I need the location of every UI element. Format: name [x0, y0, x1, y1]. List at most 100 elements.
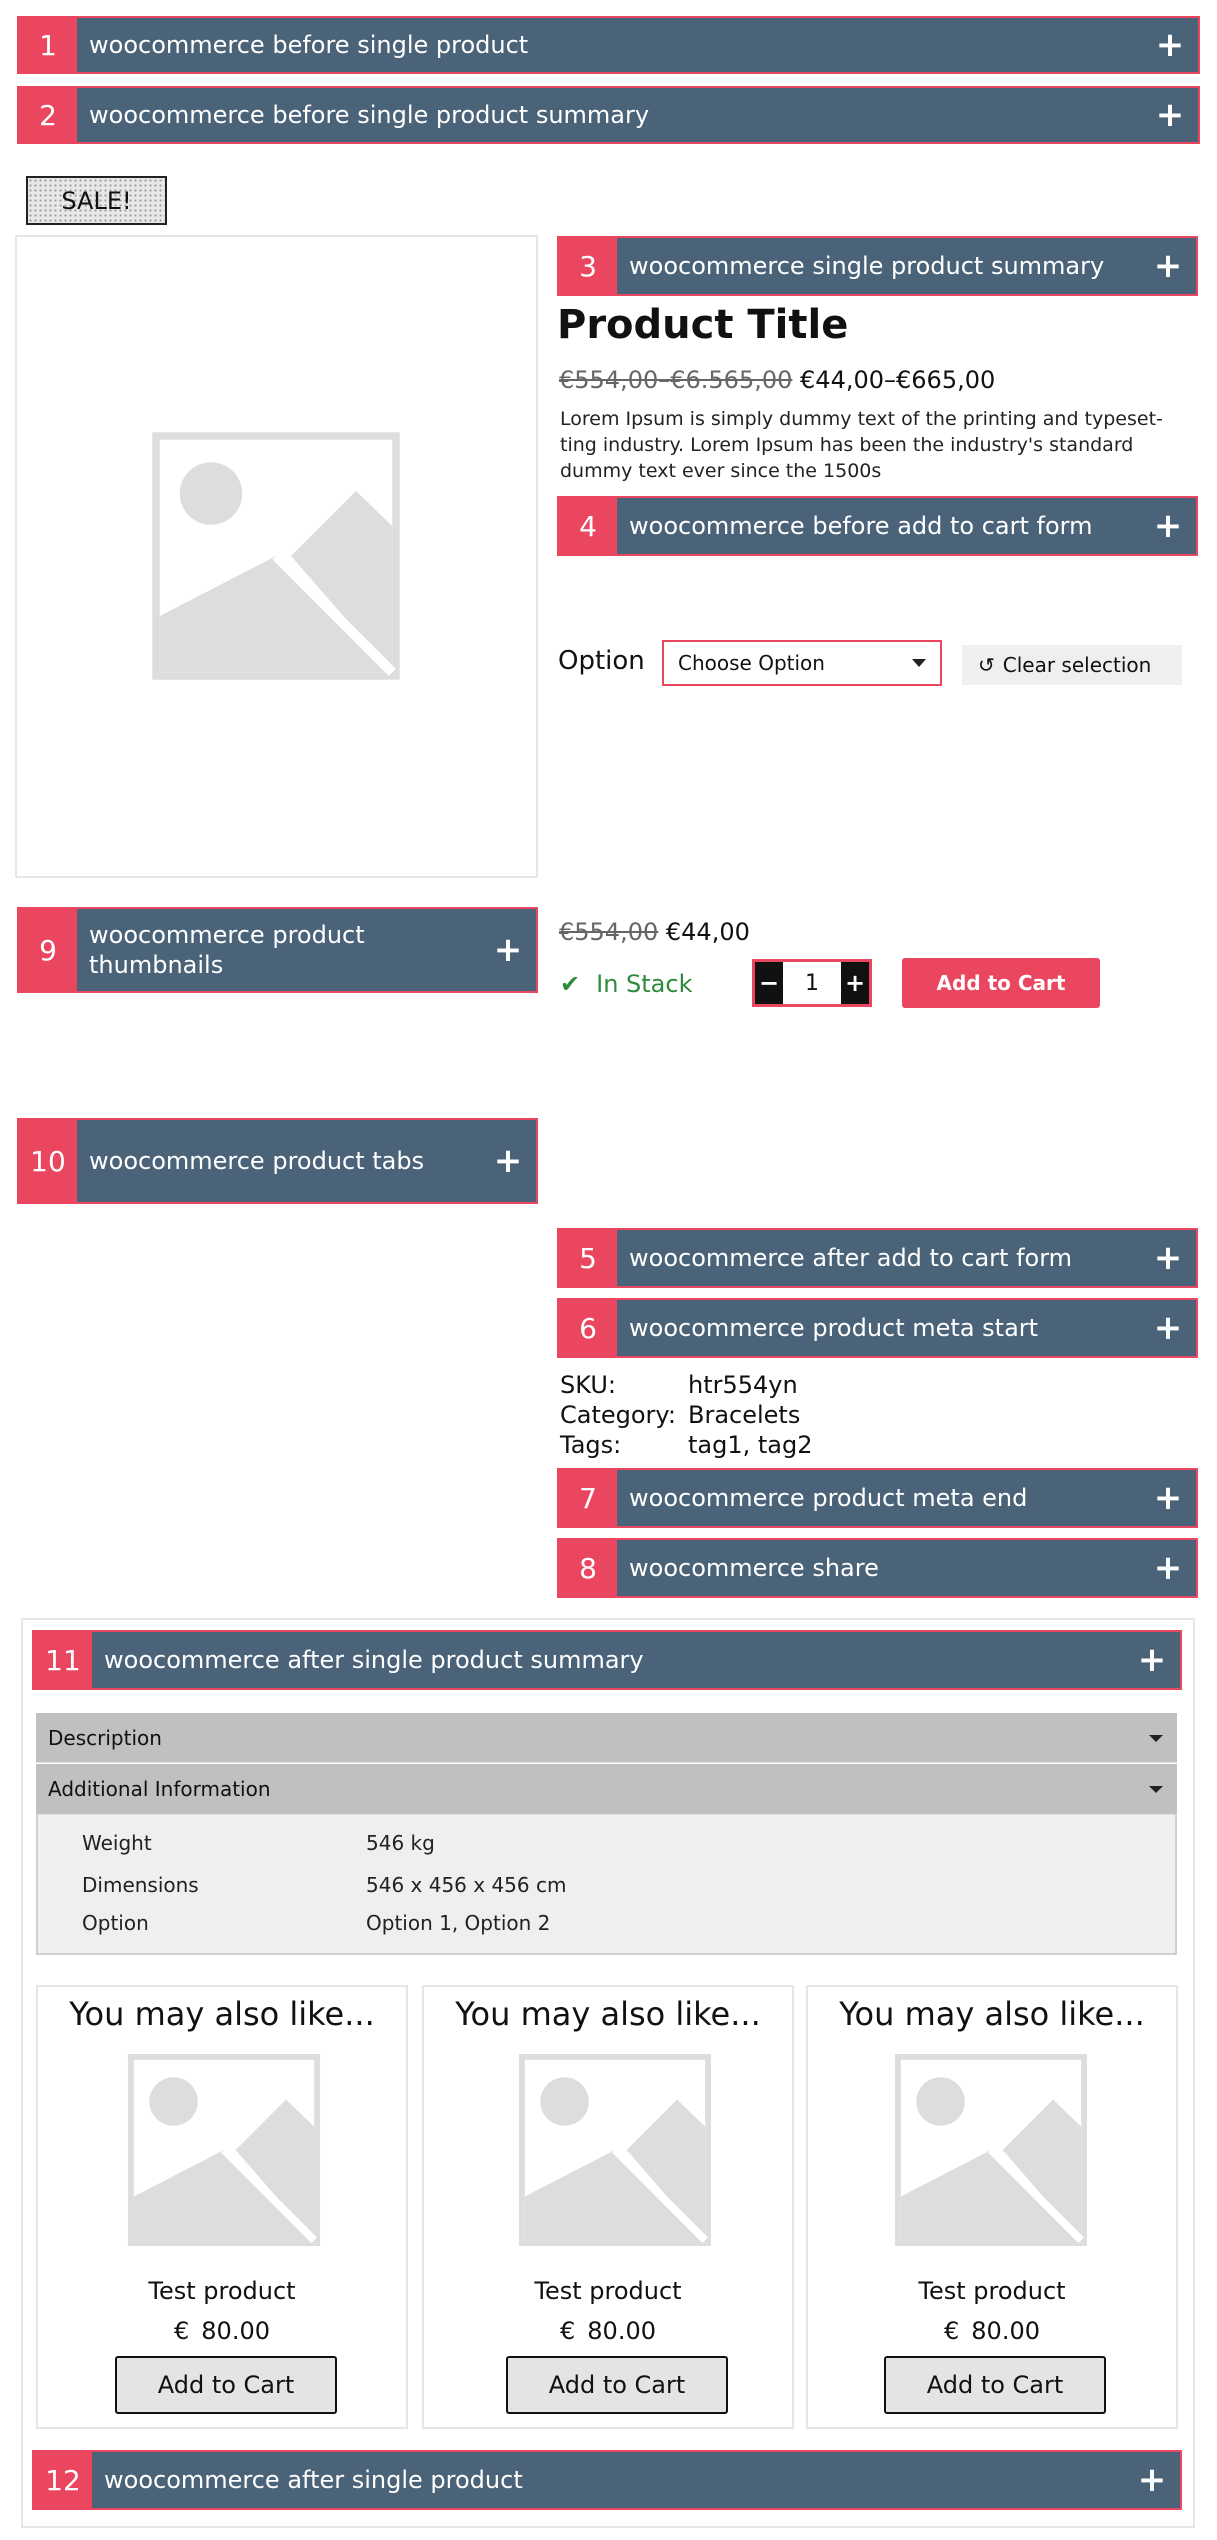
hook-number: 2 [19, 88, 77, 142]
tab-description[interactable]: Description [36, 1713, 1177, 1763]
image-placeholder-icon[interactable] [127, 2053, 321, 2247]
hook-label: woocommerce before single product summar… [89, 101, 650, 129]
hook-label: woocommerce before single product [89, 31, 529, 59]
related-product-card: You may also like... Test product €80.00… [806, 1985, 1178, 2429]
plus-icon[interactable]: + [1124, 2452, 1180, 2508]
clear-selection-label: Clear selection [1002, 653, 1152, 677]
variation-price-new: €44,00 [665, 918, 750, 946]
add-to-cart-button[interactable]: Add to Cart [115, 2356, 337, 2414]
hook-label: woocommerce after add to cart form [629, 1244, 1073, 1272]
attribute-name: Option [82, 1911, 149, 1935]
variation-price-old: €554,00 [559, 918, 659, 946]
hook-label: woocommerce product meta start [629, 1314, 1039, 1342]
meta-key: Category: [560, 1401, 676, 1429]
plus-icon[interactable]: + [841, 962, 869, 1004]
price-value: 80.00 [201, 2317, 270, 2345]
hook-label: woocommerce product tabs [89, 1147, 425, 1175]
hook-number: 10 [19, 1120, 77, 1202]
stock-status: ✔ In Stack [560, 966, 692, 1002]
quantity-stepper: − 1 + [752, 959, 872, 1007]
hook-bar-share: 8 woocommerce share + [557, 1538, 1198, 1598]
hook-bar-product-tabs: 10 woocommerce product tabs + [17, 1118, 538, 1204]
plus-icon[interactable]: + [480, 909, 536, 991]
plus-icon[interactable]: + [1140, 1470, 1196, 1526]
option-select[interactable]: Choose Option [662, 640, 942, 686]
hook-number: 5 [559, 1230, 617, 1286]
price-range-old: €554,00–€6.565,00 [559, 366, 793, 394]
related-product-card: You may also like... Test product €80.00… [422, 1985, 794, 2429]
meta-value[interactable]: Bracelets [688, 1400, 800, 1430]
sale-badge: SALE! [26, 176, 167, 225]
product-short-description: Lorem Ipsum is simply dummy text of the … [560, 408, 1163, 482]
product-meta: SKU: htr554yn Category: Bracelets Tags: … [560, 1370, 1160, 1462]
hook-number: 9 [19, 909, 77, 991]
clear-selection-button[interactable]: ↺ Clear selection [962, 645, 1182, 685]
currency-symbol: € [174, 2317, 190, 2345]
hook-bar-product-thumbnails: 9 woocommerce product thumbnails + [17, 907, 538, 993]
plus-icon[interactable]: + [1140, 238, 1196, 294]
plus-icon[interactable]: + [1140, 1230, 1196, 1286]
add-to-cart-button[interactable]: Add to Cart [506, 2356, 728, 2414]
hook-bar-before-single-product: 1 woocommerce before single product + [17, 16, 1200, 74]
variation-price: €554,00 €44,00 [559, 918, 859, 952]
meta-value: htr554yn [688, 1371, 798, 1399]
reset-icon: ↺ [978, 653, 995, 677]
currency-symbol: € [944, 2317, 960, 2345]
price-value: 80.00 [587, 2317, 656, 2345]
image-placeholder-icon [151, 431, 401, 681]
hook-number: 4 [559, 498, 617, 554]
hook-bar-product-meta-end: 7 woocommerce product meta end + [557, 1468, 1198, 1528]
plus-icon[interactable]: + [480, 1120, 536, 1202]
product-image[interactable] [15, 235, 538, 878]
hook-bar-before-add-to-cart-form: 4 woocommerce before add to cart form + [557, 496, 1198, 556]
chevron-down-icon [912, 659, 926, 667]
plus-icon[interactable]: + [1142, 18, 1198, 72]
hook-label: woocommerce before add to cart form [629, 512, 1093, 540]
price-range-new: €44,00–€665,00 [800, 366, 996, 394]
hook-bar-single-product-summary: 3 woocommerce single product summary + [557, 236, 1198, 296]
add-to-cart-button[interactable]: Add to Cart [902, 958, 1100, 1008]
currency-symbol: € [560, 2317, 576, 2345]
meta-row-sku: SKU: htr554yn [560, 1370, 1160, 1400]
plus-icon[interactable]: + [1140, 1540, 1196, 1596]
plus-icon[interactable]: + [1140, 498, 1196, 554]
related-product-name[interactable]: Test product [424, 2277, 792, 2305]
hook-bar-after-single-product: 12 woocommerce after single product + [32, 2450, 1182, 2510]
related-heading: You may also like... [69, 1995, 375, 2033]
attribute-name: Weight [82, 1831, 152, 1855]
tab-additional-information-label: Additional Information [48, 1777, 271, 1801]
plus-icon[interactable]: + [1124, 1632, 1180, 1688]
related-product-name[interactable]: Test product [38, 2277, 406, 2305]
related-product-name[interactable]: Test product [808, 2277, 1176, 2305]
tab-additional-information[interactable]: Additional Information [36, 1764, 1177, 1815]
price-value: 80.00 [971, 2317, 1040, 2345]
plus-icon[interactable]: + [1140, 1300, 1196, 1356]
hook-number: 6 [559, 1300, 617, 1356]
hook-number: 12 [34, 2452, 92, 2508]
tab-description-label: Description [48, 1725, 162, 1750]
hook-number: 8 [559, 1540, 617, 1596]
chevron-down-icon [1149, 1786, 1163, 1793]
product-price-range: €554,00–€6.565,00 €44,00–€665,00 [559, 366, 1199, 400]
hook-bar-after-single-product-summary: 11 woocommerce after single product summ… [32, 1630, 1182, 1690]
hook-label: woocommerce product meta end [629, 1484, 1028, 1512]
meta-key: SKU: [560, 1371, 616, 1399]
option-select-value: Choose Option [678, 651, 825, 675]
hook-label: woocommerce product thumbnails [89, 921, 365, 979]
add-to-cart-button[interactable]: Add to Cart [884, 2356, 1106, 2414]
related-product-price: €80.00 [424, 2317, 792, 2345]
chevron-down-icon [1149, 1735, 1163, 1742]
quantity-input[interactable]: 1 [783, 962, 841, 1004]
image-placeholder-icon[interactable] [518, 2053, 712, 2247]
related-heading: You may also like... [839, 1995, 1145, 2033]
hook-number: 7 [559, 1470, 617, 1526]
meta-value[interactable]: tag1, tag2 [688, 1430, 813, 1460]
hook-number: 3 [559, 238, 617, 294]
image-placeholder-icon[interactable] [894, 2053, 1088, 2247]
attribute-value: 546 x 456 x 456 cm [366, 1873, 567, 1897]
related-heading: You may also like... [455, 1995, 761, 2033]
minus-icon[interactable]: − [755, 962, 783, 1004]
hook-number: 11 [34, 1632, 92, 1688]
plus-icon[interactable]: + [1142, 88, 1198, 142]
meta-row-tags: Tags: tag1, tag2 [560, 1430, 1160, 1460]
